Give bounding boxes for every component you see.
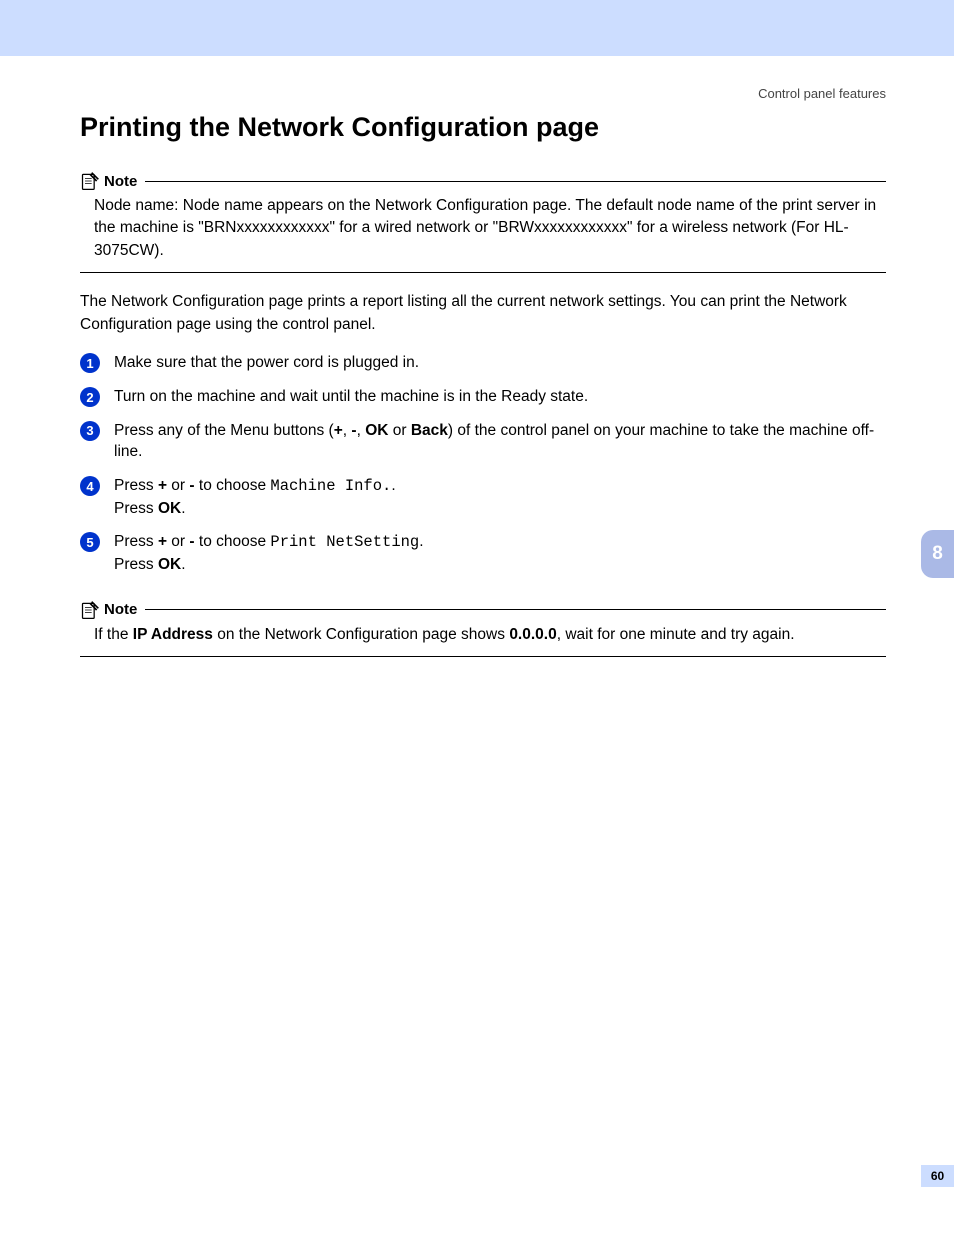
top-band xyxy=(0,0,954,56)
steps-list: 1 Make sure that the power cord is plugg… xyxy=(80,352,886,576)
breadcrumb: Control panel features xyxy=(758,86,886,101)
note-header: Note xyxy=(80,171,886,191)
step-item: 3 Press any of the Menu buttons (+, -, O… xyxy=(80,420,886,463)
chapter-tab[interactable]: 8 xyxy=(921,530,954,578)
note-icon xyxy=(80,171,100,191)
step-text: Press any of the Menu buttons (+, -, OK … xyxy=(114,420,886,463)
step-bullet: 4 xyxy=(80,476,100,496)
step-item: 1 Make sure that the power cord is plugg… xyxy=(80,352,886,374)
step-text: Press + or - to choose Machine Info..Pre… xyxy=(114,475,396,519)
note-rule xyxy=(145,609,886,610)
note-divider xyxy=(80,656,886,657)
note-rule xyxy=(145,181,886,182)
page-number-box: 60 xyxy=(921,1165,954,1187)
note-icon xyxy=(80,600,100,620)
note-divider xyxy=(80,272,886,273)
step-bullet: 1 xyxy=(80,353,100,373)
step-item: 5 Press + or - to choose Print NetSettin… xyxy=(80,531,886,575)
step-text: Turn on the machine and wait until the m… xyxy=(114,386,588,408)
note-body-1: Node name: Node name appears on the Netw… xyxy=(80,195,886,262)
step-item: 2 Turn on the machine and wait until the… xyxy=(80,386,886,408)
step-bullet: 5 xyxy=(80,532,100,552)
step-bullet: 3 xyxy=(80,421,100,441)
step-item: 4 Press + or - to choose Machine Info..P… xyxy=(80,475,886,519)
note-label: Note xyxy=(104,173,137,190)
note-header: Note xyxy=(80,600,886,620)
page-number: 60 xyxy=(931,1169,944,1183)
step-text: Press + or - to choose Print NetSetting.… xyxy=(114,531,424,575)
note-label: Note xyxy=(104,601,137,618)
step-bullet: 2 xyxy=(80,387,100,407)
intro-paragraph: The Network Configuration page prints a … xyxy=(80,291,886,336)
note-body-2: If the IP Address on the Network Configu… xyxy=(80,624,886,646)
page-content: Printing the Network Configuration page … xyxy=(0,112,954,657)
page-title: Printing the Network Configuration page xyxy=(80,112,886,143)
step-text: Make sure that the power cord is plugged… xyxy=(114,352,419,374)
note-block-2: Note If the IP Address on the Network Co… xyxy=(80,600,886,657)
note-block-1: Note Node name: Node name appears on the… xyxy=(80,171,886,273)
